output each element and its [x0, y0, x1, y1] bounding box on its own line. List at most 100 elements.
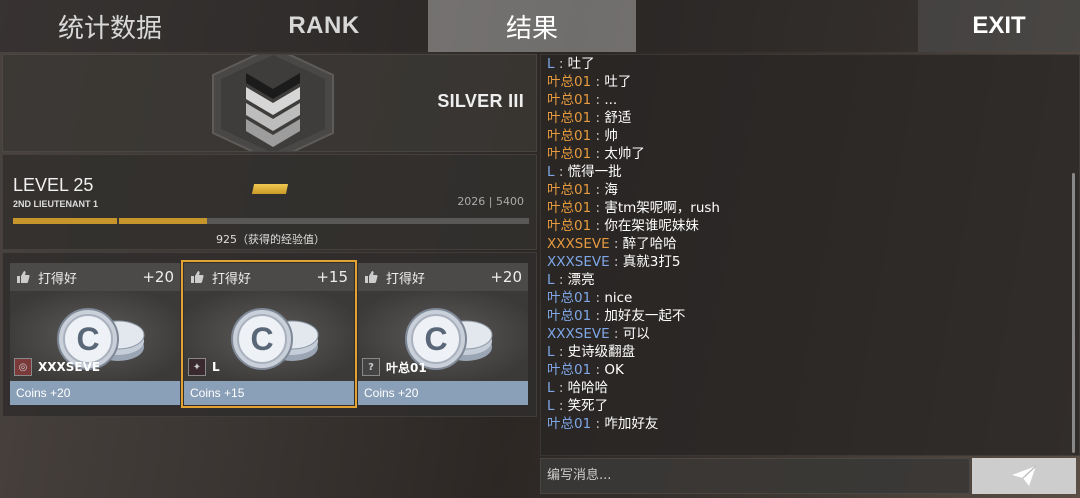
chat-sender: L: [547, 398, 555, 414]
reward-card[interactable]: 打得好 +20 C ◎ XXXSEVE Coins +20: [10, 263, 180, 405]
chat-message: 叶总01 : 害tm架呢啊，rush: [547, 199, 1067, 217]
chat-sender: XXXSEVE: [547, 326, 610, 342]
thumbs-up-icon: [17, 271, 30, 283]
card-label: 打得好: [386, 271, 426, 287]
chat-sender: 叶总01: [547, 128, 592, 144]
reward-card-selected[interactable]: 打得好 +15 C ✦ L Coins +15: [181, 260, 357, 408]
chat-message: XXXSEVE : 真就3打5: [547, 253, 1067, 271]
chat-text: 哈哈哈: [567, 380, 609, 396]
chat-scrollbar[interactable]: [1072, 173, 1075, 453]
thumbs-up-icon: [365, 271, 378, 283]
chat-text: 漂亮: [567, 272, 595, 288]
chat-sender: 叶总01: [547, 74, 592, 90]
rank-title: SILVER III: [437, 91, 524, 111]
xp-progress-fill: [13, 218, 207, 224]
card-coins-bar: Coins +20: [10, 381, 180, 405]
card-coins-bar: Coins +20: [358, 381, 528, 405]
chat-text: 吐了: [604, 74, 632, 90]
chat-text: OK: [604, 362, 624, 378]
chat-message: 叶总01 : 吐了: [547, 73, 1067, 91]
exit-button[interactable]: EXIT: [918, 0, 1080, 52]
chat-input[interactable]: 编写消息...: [540, 458, 970, 494]
chat-text: 笑死了: [567, 398, 609, 414]
chat-sender: L: [547, 272, 555, 288]
tab-stats[interactable]: 统计数据: [0, 0, 220, 52]
chat-separator: :: [591, 200, 605, 216]
player-name: 叶总01: [386, 360, 427, 375]
tab-spacer: [636, 0, 918, 52]
chat-message: 叶总01 : 太帅了: [547, 145, 1067, 163]
chat-message: 叶总01 : 咋加好友: [547, 415, 1067, 433]
chat-sender: XXXSEVE: [547, 254, 610, 270]
chat-text: 海: [604, 182, 618, 198]
top-nav: 统计数据 RANK 结果 EXIT: [0, 0, 1080, 52]
rank-panel: SILVER III: [2, 54, 537, 152]
chat-separator: :: [591, 146, 605, 162]
chat-text: 害tm架呢啊，rush: [604, 200, 720, 216]
chat-sender: 叶总01: [547, 290, 592, 306]
xp-gained-label: 925（获得的经验值）: [216, 233, 325, 246]
card-points: +20: [142, 268, 174, 286]
chat-message: L : 笑死了: [547, 397, 1067, 415]
chat-text: 真就3打5: [622, 254, 681, 270]
chat-sender: 叶总01: [547, 92, 592, 108]
chat-sender: L: [547, 380, 555, 396]
chat-text: 可以: [622, 326, 650, 342]
level-title: LEVEL 25: [13, 175, 94, 195]
chat-message: L : 漂亮: [547, 271, 1067, 289]
avatar: ✦: [188, 358, 206, 376]
tab-rank[interactable]: RANK: [220, 0, 428, 52]
tab-result[interactable]: 结果: [428, 0, 636, 52]
chat-text: nice: [604, 290, 633, 306]
chat-message: 叶总01 : 你在架谁呢妹妹: [547, 217, 1067, 235]
chat-message: L : 哈哈哈: [547, 379, 1067, 397]
reward-card[interactable]: 打得好 +20 C ? 叶总01 Coins +20: [358, 263, 528, 405]
chat-message: 叶总01 : 加好友一起不: [547, 307, 1067, 325]
level-subtitle: 2ND LIEUTENANT 1: [13, 199, 99, 209]
card-points: +20: [490, 268, 522, 286]
send-button[interactable]: [972, 458, 1076, 494]
chat-text: 咋加好友: [604, 416, 659, 432]
thumbs-up-icon: [191, 271, 204, 283]
chat-sender: 叶总01: [547, 362, 592, 378]
chat-sender: 叶总01: [547, 416, 592, 432]
card-label: 打得好: [212, 271, 252, 287]
chat-separator: :: [591, 416, 605, 432]
chat-separator: :: [554, 164, 568, 180]
chat-sender: 叶总01: [547, 200, 592, 216]
chat-sender: 叶总01: [547, 146, 592, 162]
card-header: 打得好 +20: [10, 263, 180, 291]
chat-separator: :: [591, 218, 605, 234]
chat-text: 醉了哈哈: [622, 236, 677, 252]
chat-separator: :: [554, 344, 568, 360]
chat-text: ...: [604, 92, 618, 108]
paper-plane-icon: [1012, 465, 1037, 486]
chat-separator: :: [591, 308, 605, 324]
chat-text: 慌得一批: [567, 164, 622, 180]
chat-panel[interactable]: L : 吐了 叶总01 : 吐了 叶总01 : ... 叶总01 : 舒适 叶总01 :…: [540, 54, 1080, 456]
chat-message: 叶总01 : 舒适: [547, 109, 1067, 127]
chat-separator: :: [554, 56, 568, 72]
chat-separator: :: [591, 128, 605, 144]
chat-text: 吐了: [567, 56, 595, 72]
chat-message: L : 慌得一批: [547, 163, 1067, 181]
xp-divider: [117, 218, 119, 224]
xp-progress-bar: [13, 218, 529, 224]
svg-text:C: C: [76, 321, 99, 357]
chat-separator: :: [554, 380, 568, 396]
chat-separator: :: [591, 182, 605, 198]
chat-message: 叶总01 : 海: [547, 181, 1067, 199]
chat-separator: :: [609, 254, 623, 270]
chat-text: 舒适: [604, 110, 632, 126]
chat-separator: :: [609, 236, 623, 252]
chat-text: 帅: [604, 128, 618, 144]
chat-sender: 叶总01: [547, 110, 592, 126]
card-header: 打得好 +20: [358, 263, 528, 291]
chat-separator: :: [591, 110, 605, 126]
chat-sender: 叶总01: [547, 218, 592, 234]
chat-message: L : 吐了: [547, 55, 1067, 73]
xp-numbers: 2026 | 5400: [457, 195, 524, 208]
chat-message: XXXSEVE : 可以: [547, 325, 1067, 343]
chat-separator: :: [554, 398, 568, 414]
chat-text: 史诗级翻盘: [567, 344, 636, 360]
